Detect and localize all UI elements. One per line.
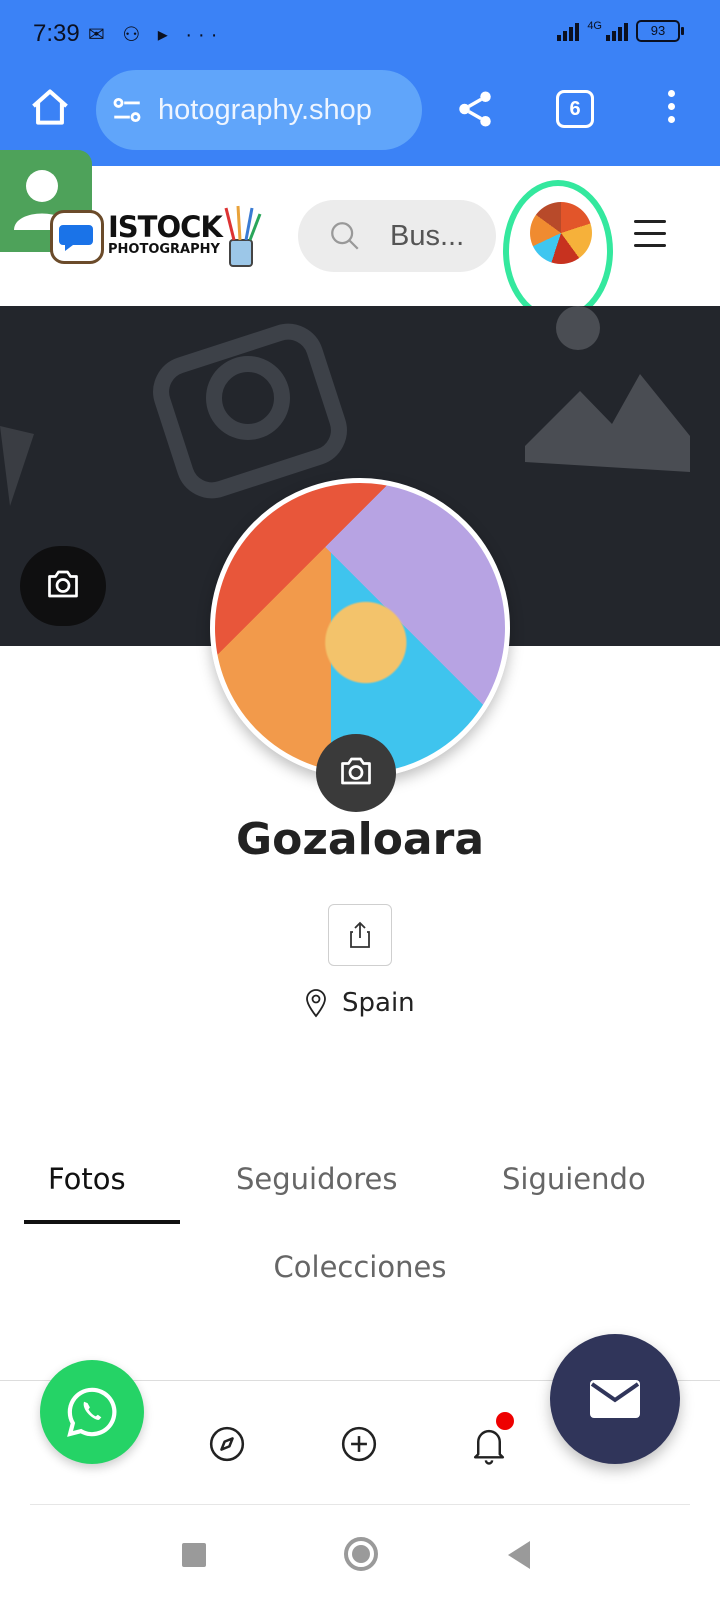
share-upload-icon	[350, 921, 370, 948]
status-time: 7:39	[33, 20, 80, 47]
tab-siguiendo[interactable]: Siguiendo	[502, 1162, 646, 1196]
whatsapp-icon	[67, 1387, 117, 1437]
compass-icon[interactable]	[208, 1425, 246, 1463]
share-icon[interactable]	[454, 88, 496, 130]
recents-icon[interactable]	[182, 1543, 206, 1567]
tab-seguidores[interactable]: Seguidores	[236, 1162, 397, 1196]
paintbrush-icon	[224, 205, 262, 267]
whatsapp-button[interactable]	[40, 1360, 144, 1464]
tab-colecciones[interactable]: Colecciones	[0, 1250, 720, 1284]
annotation-circle	[503, 180, 613, 322]
share-profile-button[interactable]	[328, 904, 392, 966]
signal-icon	[557, 21, 580, 41]
messages-chat-head[interactable]	[50, 210, 104, 264]
home-icon[interactable]	[28, 86, 72, 130]
battery-level: 93	[650, 23, 666, 38]
search-placeholder[interactable]: Bus...	[390, 220, 464, 253]
plus-circle-icon[interactable]	[340, 1425, 378, 1463]
status-right: 4G 93	[557, 20, 684, 42]
system-nav-bar	[0, 1505, 720, 1600]
mail-button[interactable]	[550, 1334, 680, 1464]
profile-avatar[interactable]	[210, 478, 510, 778]
active-tab-indicator	[24, 1220, 180, 1224]
tune-icon[interactable]	[110, 93, 144, 127]
message-bubble-icon	[59, 225, 93, 251]
tabs-icon[interactable]: 6	[556, 90, 594, 128]
hamburger-menu-icon[interactable]	[634, 220, 666, 248]
network-label: 4G	[587, 20, 602, 32]
url-text[interactable]: hotography.shop	[158, 94, 408, 127]
back-icon[interactable]	[508, 1541, 530, 1569]
location-pin-icon	[306, 989, 326, 1018]
location-text: Spain	[342, 988, 415, 1018]
tab-fotos[interactable]: Fotos	[48, 1162, 126, 1196]
search-bar[interactable]: Bus...	[298, 200, 496, 272]
status-bar: 7:39 ✉︎ ⚇ ▸ ··· 4G 93	[0, 0, 720, 66]
camera-icon	[341, 757, 371, 785]
bell-icon[interactable]	[470, 1425, 508, 1465]
change-cover-button[interactable]	[20, 546, 106, 626]
change-avatar-button[interactable]	[316, 734, 396, 812]
signal-icon-2	[606, 21, 628, 41]
notification-icons: ✉︎ ⚇ ▸ ···	[88, 24, 224, 46]
search-icon[interactable]	[328, 219, 362, 253]
mail-icon	[590, 1380, 640, 1418]
url-bar[interactable]: hotography.shop	[96, 70, 422, 150]
camera-icon	[48, 570, 78, 598]
profile-location: Spain	[304, 988, 415, 1018]
more-vert-icon[interactable]	[664, 90, 678, 130]
site-header: ISTOCK PHOTOGRAPHY Bus...	[0, 166, 720, 322]
notification-badge	[496, 1412, 514, 1430]
profile-name: Gozaloara	[235, 814, 485, 865]
browser-toolbar: hotography.shop 6	[0, 66, 720, 166]
home-nav-icon[interactable]	[344, 1537, 378, 1571]
logo-text: ISTOCK	[108, 210, 223, 244]
logo-subtext: PHOTOGRAPHY	[108, 242, 220, 257]
tab-count: 6	[569, 98, 581, 120]
battery-icon: 93	[636, 20, 684, 42]
